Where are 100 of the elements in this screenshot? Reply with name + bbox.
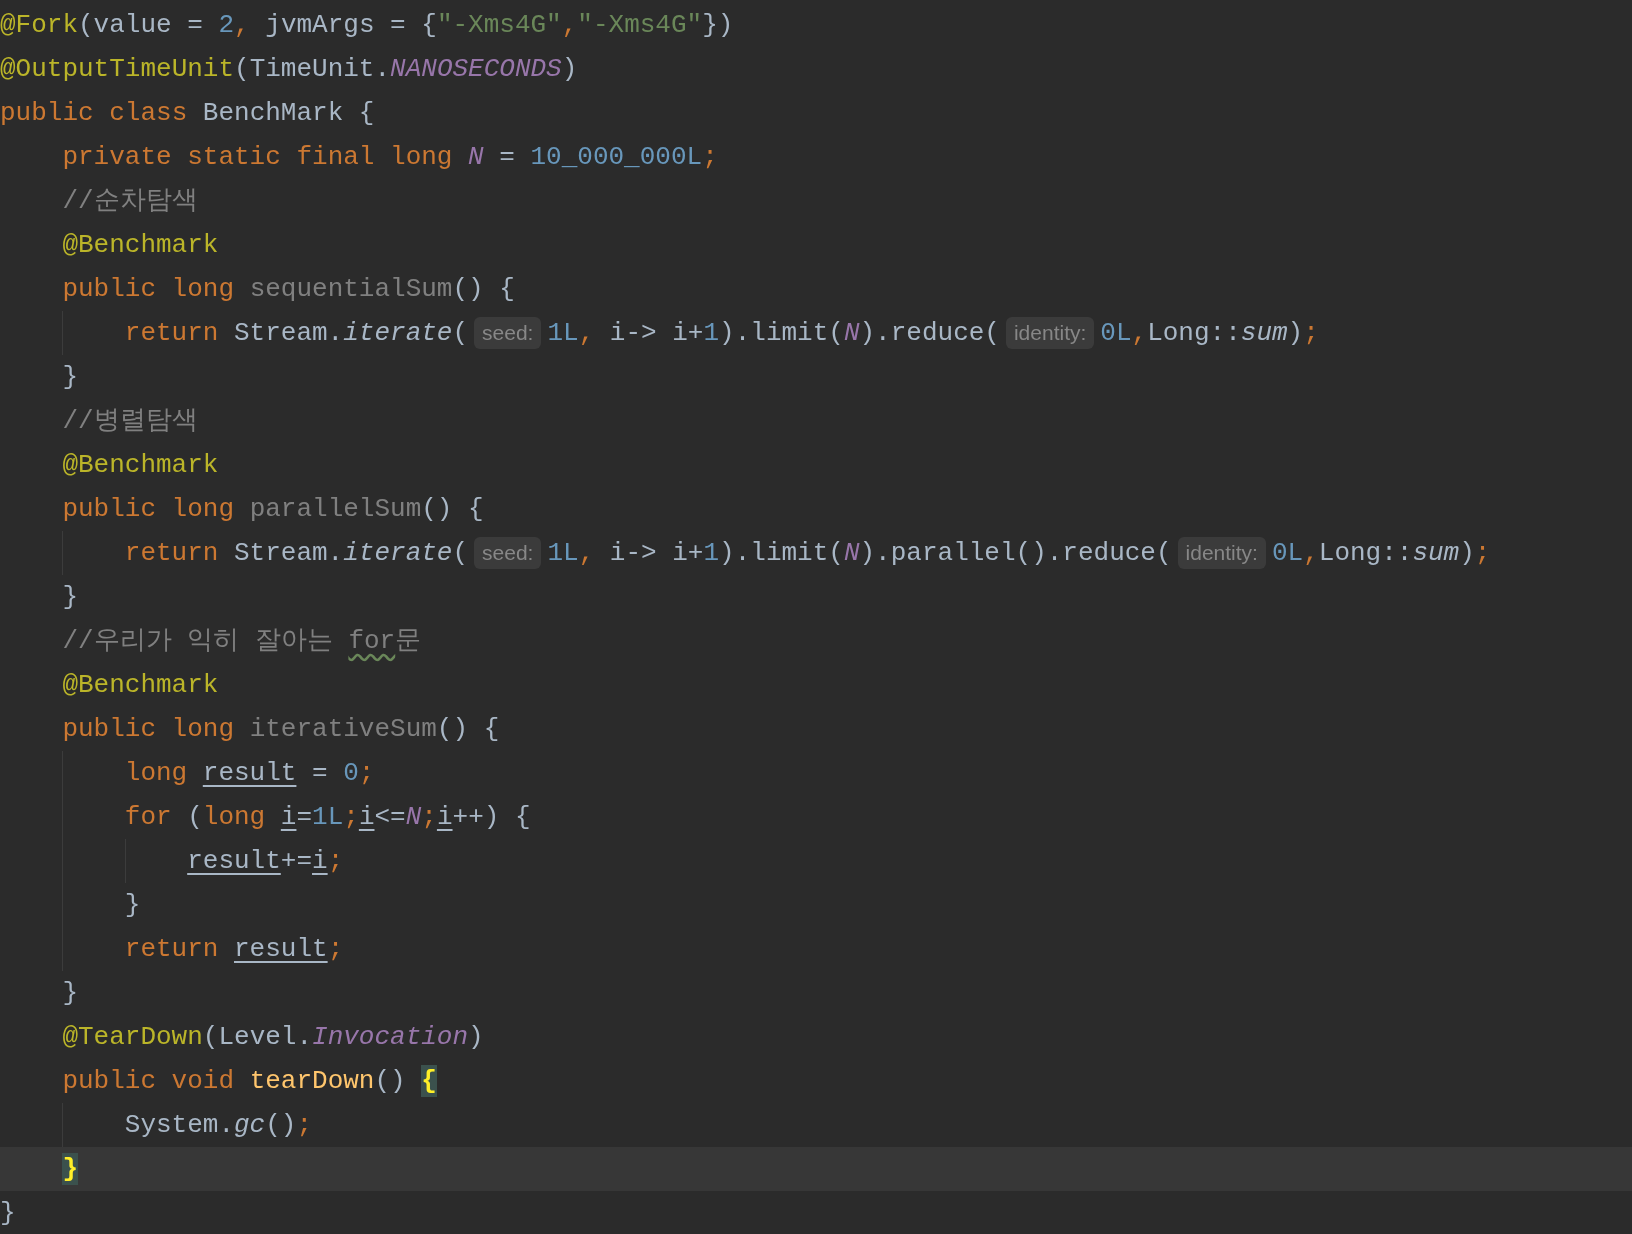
code-text: i-> i+ bbox=[608, 537, 704, 569]
code-text: ( bbox=[452, 537, 469, 569]
code-text: ( bbox=[187, 801, 203, 833]
punctuation: , bbox=[561, 9, 578, 41]
variable: i bbox=[358, 801, 375, 833]
code-text: jvmArgs = { bbox=[264, 9, 437, 41]
keyword: long bbox=[124, 757, 189, 789]
keyword: public long bbox=[62, 493, 236, 525]
code-text: () { bbox=[452, 273, 515, 305]
comment: //순차탐색 bbox=[62, 185, 198, 217]
code-text: (Level. bbox=[202, 1021, 313, 1053]
punctuation: ; bbox=[1474, 537, 1491, 569]
punctuation: ; bbox=[421, 801, 437, 833]
number-literal: 1L bbox=[312, 801, 344, 833]
code-text: ).reduce( bbox=[859, 317, 1000, 349]
string-literal: "-Xms4G" bbox=[436, 9, 562, 41]
punctuation: , bbox=[578, 317, 595, 349]
keyword: long bbox=[202, 801, 267, 833]
code-text: (value = bbox=[78, 9, 204, 41]
code-text: ( bbox=[452, 317, 469, 349]
code-text: ) bbox=[1459, 537, 1475, 569]
keyword: return bbox=[124, 537, 220, 569]
method-call: gc bbox=[234, 1109, 266, 1141]
parameter-hint: identity: bbox=[1177, 537, 1266, 569]
method-name: tearDown bbox=[249, 1065, 375, 1097]
annotation: @TearDown bbox=[62, 1021, 203, 1053]
code-text: (TimeUnit. bbox=[234, 53, 391, 85]
punctuation: ; bbox=[358, 757, 375, 789]
punctuation: , bbox=[578, 537, 595, 569]
variable: result bbox=[187, 845, 281, 877]
punctuation: , bbox=[234, 9, 250, 41]
method-name: parallelSum bbox=[249, 493, 422, 525]
punctuation: ; bbox=[343, 801, 359, 833]
number-literal: 0L bbox=[1100, 317, 1132, 349]
number-literal: 1L bbox=[547, 317, 579, 349]
method-call: iterate bbox=[343, 537, 453, 569]
number-literal: 0 bbox=[343, 757, 359, 789]
keyword: for bbox=[124, 801, 173, 833]
comment: 문 bbox=[395, 625, 422, 657]
number-literal: 10_000_000L bbox=[530, 141, 703, 173]
keyword: private static final long bbox=[62, 141, 454, 173]
keyword: return bbox=[124, 317, 220, 349]
variable: i bbox=[436, 801, 453, 833]
constant: NANOSECONDS bbox=[390, 53, 562, 85]
code-text: () bbox=[265, 1109, 297, 1141]
code-text: Long:: bbox=[1318, 537, 1413, 569]
code-text: () bbox=[374, 1065, 407, 1097]
code-text: } bbox=[0, 1197, 16, 1229]
parameter-hint: identity: bbox=[1005, 317, 1095, 349]
keyword: public long bbox=[62, 713, 236, 745]
code-text: <= bbox=[374, 801, 406, 833]
code-text: i-> i+ bbox=[608, 317, 704, 349]
code-text: } bbox=[62, 977, 78, 1009]
code-text: ).limit( bbox=[719, 317, 844, 349]
code-text: } bbox=[62, 581, 78, 613]
code-text: ) bbox=[561, 53, 578, 85]
string-literal: "-Xms4G" bbox=[577, 9, 703, 41]
number-literal: 1L bbox=[547, 537, 579, 569]
punctuation: ; bbox=[296, 1109, 313, 1141]
annotation: @Fork bbox=[0, 9, 78, 41]
keyword: public class bbox=[0, 97, 189, 129]
number-literal: 2 bbox=[218, 9, 235, 41]
constant: N bbox=[843, 317, 860, 349]
code-text: = bbox=[311, 757, 329, 789]
annotation: @Benchmark bbox=[62, 229, 219, 261]
punctuation: ; bbox=[327, 933, 344, 965]
number-literal: 0L bbox=[1271, 537, 1304, 569]
annotation: @Benchmark bbox=[62, 449, 219, 481]
method-call: sum bbox=[1240, 317, 1288, 349]
code-text: ).limit( bbox=[719, 537, 844, 569]
variable: result bbox=[234, 933, 328, 965]
number-literal: 1 bbox=[703, 537, 720, 569]
variable: i bbox=[312, 845, 328, 877]
code-text: Stream. bbox=[234, 537, 344, 569]
method-call: sum bbox=[1412, 537, 1460, 569]
punctuation: ; bbox=[327, 845, 344, 877]
parameter-hint: seed: bbox=[474, 317, 542, 349]
comment: //우리가 익히 잘아는 bbox=[62, 625, 334, 657]
matched-brace: } bbox=[62, 1153, 78, 1185]
punctuation: ; bbox=[702, 141, 718, 173]
variable: i bbox=[280, 801, 297, 833]
code-text: ++) { bbox=[452, 801, 531, 833]
annotation: @OutputTimeUnit bbox=[0, 53, 235, 85]
code-text: ).parallel().reduce( bbox=[859, 537, 1172, 569]
code-text: } bbox=[62, 361, 78, 393]
code-text: += bbox=[280, 845, 312, 877]
keyword: return bbox=[124, 933, 220, 965]
constant: N bbox=[468, 141, 484, 173]
code-text: Long:: bbox=[1147, 317, 1241, 349]
number-literal: 1 bbox=[703, 317, 720, 349]
code-text: System. bbox=[124, 1109, 234, 1141]
keyword: public long bbox=[62, 273, 236, 305]
punctuation: , bbox=[1303, 537, 1319, 569]
code-text: }) bbox=[702, 9, 734, 41]
parameter-hint: seed: bbox=[474, 537, 542, 569]
keyword: public void bbox=[62, 1065, 236, 1097]
comment: //병렬탐색 bbox=[62, 405, 198, 437]
code-text: = bbox=[498, 141, 516, 173]
matched-brace: { bbox=[421, 1065, 437, 1097]
code-text: Stream. bbox=[234, 317, 344, 349]
